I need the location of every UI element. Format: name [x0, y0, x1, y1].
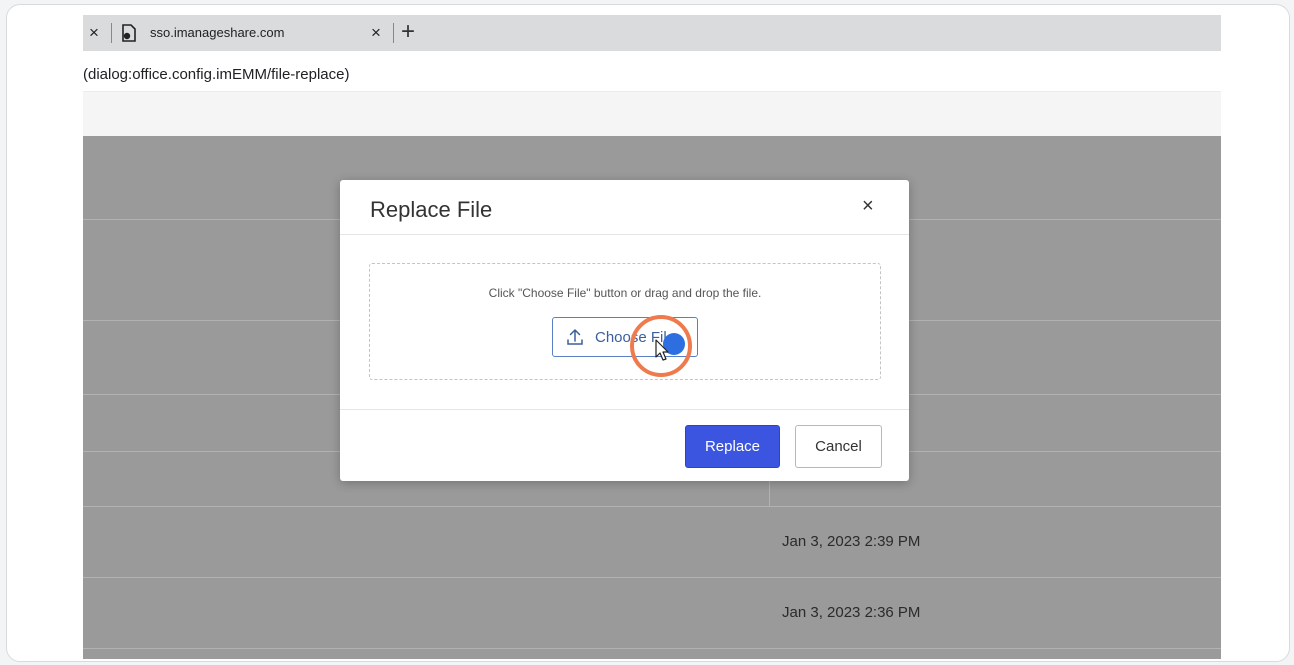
replace-button[interactable]: Replace: [685, 425, 780, 468]
upload-icon: [567, 329, 583, 345]
address-text[interactable]: (dialog:office.config.imEMM/file-replace…: [83, 66, 350, 83]
screenshot-frame: × sso.imanageshare.com × + (dialog:offic…: [6, 4, 1290, 662]
address-bar[interactable]: (dialog:office.config.imEMM/file-replace…: [83, 51, 1221, 92]
tab-separator: [393, 23, 394, 43]
row-modified-date: Jan 3, 2023 2:39 PM: [782, 533, 921, 550]
mouse-cursor-icon: [655, 339, 669, 361]
new-tab-icon[interactable]: +: [401, 18, 415, 46]
cancel-button[interactable]: Cancel: [795, 425, 882, 468]
dialog-title: Replace File: [370, 197, 493, 222]
close-icon[interactable]: ×: [862, 195, 874, 218]
table-divider: [83, 648, 1221, 649]
file-drop-zone[interactable]: Click "Choose File" button or drag and d…: [369, 263, 881, 380]
dialog-header: Replace File ×: [340, 180, 909, 235]
row-modified-date: Jan 3, 2023 2:36 PM: [782, 604, 921, 621]
page-toolbar: [83, 92, 1221, 136]
close-icon[interactable]: ×: [371, 23, 381, 43]
replace-file-dialog: Replace File × Click "Choose File" butto…: [340, 180, 909, 481]
file-favicon-icon: [122, 24, 136, 42]
dialog-footer: Replace Cancel: [340, 409, 909, 482]
tab-strip: × sso.imanageshare.com × +: [83, 15, 1221, 51]
drop-hint-text: Click "Choose File" button or drag and d…: [488, 286, 762, 300]
close-icon[interactable]: ×: [89, 23, 99, 43]
tab-separator: [111, 23, 112, 43]
table-divider: [83, 577, 1221, 578]
table-divider: [83, 506, 1221, 507]
tab-title[interactable]: sso.imanageshare.com: [150, 25, 284, 40]
